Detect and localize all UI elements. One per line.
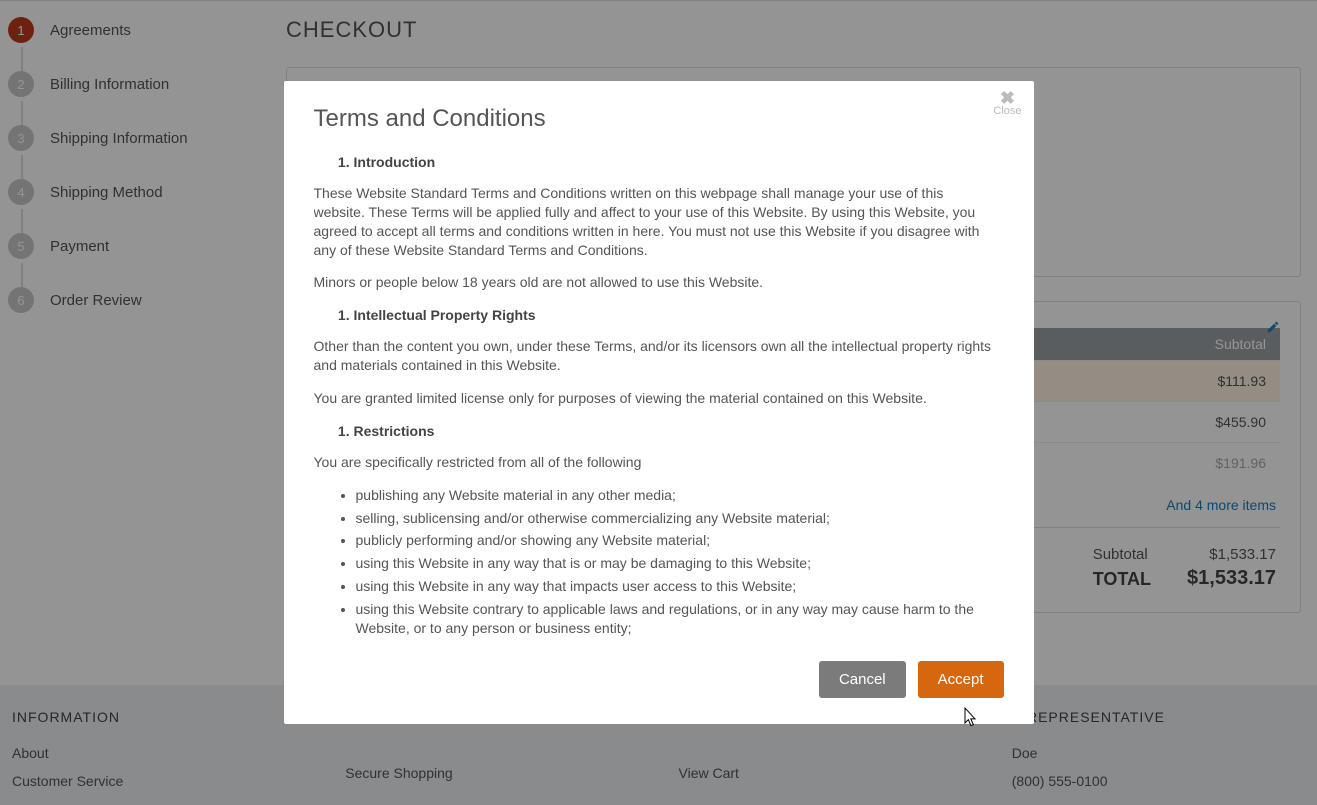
list-item: publishing any Website material in any o… bbox=[356, 486, 994, 505]
close-button[interactable]: ✖ Close bbox=[993, 91, 1021, 117]
terms-modal: ✖ Close Terms and Conditions Introductio… bbox=[284, 81, 1034, 724]
list-item: engaging in any data mining, data harves… bbox=[356, 642, 994, 643]
terms-heading: Introduction bbox=[354, 153, 994, 172]
terms-paragraph: You are granted limited license only for… bbox=[314, 389, 994, 408]
modal-title: Terms and Conditions bbox=[314, 105, 1004, 133]
terms-heading: Intellectual Property Rights bbox=[354, 306, 994, 325]
close-label: Close bbox=[993, 105, 1021, 117]
list-item: using this Website contrary to applicabl… bbox=[356, 600, 994, 638]
terms-paragraph: These Website Standard Terms and Conditi… bbox=[314, 184, 994, 260]
list-item: selling, sublicensing and/or otherwise c… bbox=[356, 509, 994, 528]
terms-paragraph: Minors or people below 18 years old are … bbox=[314, 273, 994, 292]
terms-heading: Restrictions bbox=[354, 422, 994, 441]
close-icon: ✖ bbox=[993, 91, 1021, 105]
terms-paragraph: You are specifically restricted from all… bbox=[314, 453, 994, 472]
modal-overlay: ✖ Close Terms and Conditions Introductio… bbox=[0, 0, 1317, 805]
cursor-icon bbox=[960, 706, 980, 730]
list-item: using this Website in any way that is or… bbox=[356, 554, 994, 573]
restrictions-list: publishing any Website material in any o… bbox=[314, 486, 994, 643]
terms-content[interactable]: Introduction These Website Standard Term… bbox=[314, 153, 1004, 643]
list-item: using this Website in any way that impac… bbox=[356, 577, 994, 596]
list-item: publicly performing and/or showing any W… bbox=[356, 531, 994, 550]
terms-paragraph: Other than the content you own, under th… bbox=[314, 337, 994, 375]
cancel-button[interactable]: Cancel bbox=[819, 661, 906, 698]
accept-button[interactable]: Accept bbox=[918, 661, 1004, 698]
